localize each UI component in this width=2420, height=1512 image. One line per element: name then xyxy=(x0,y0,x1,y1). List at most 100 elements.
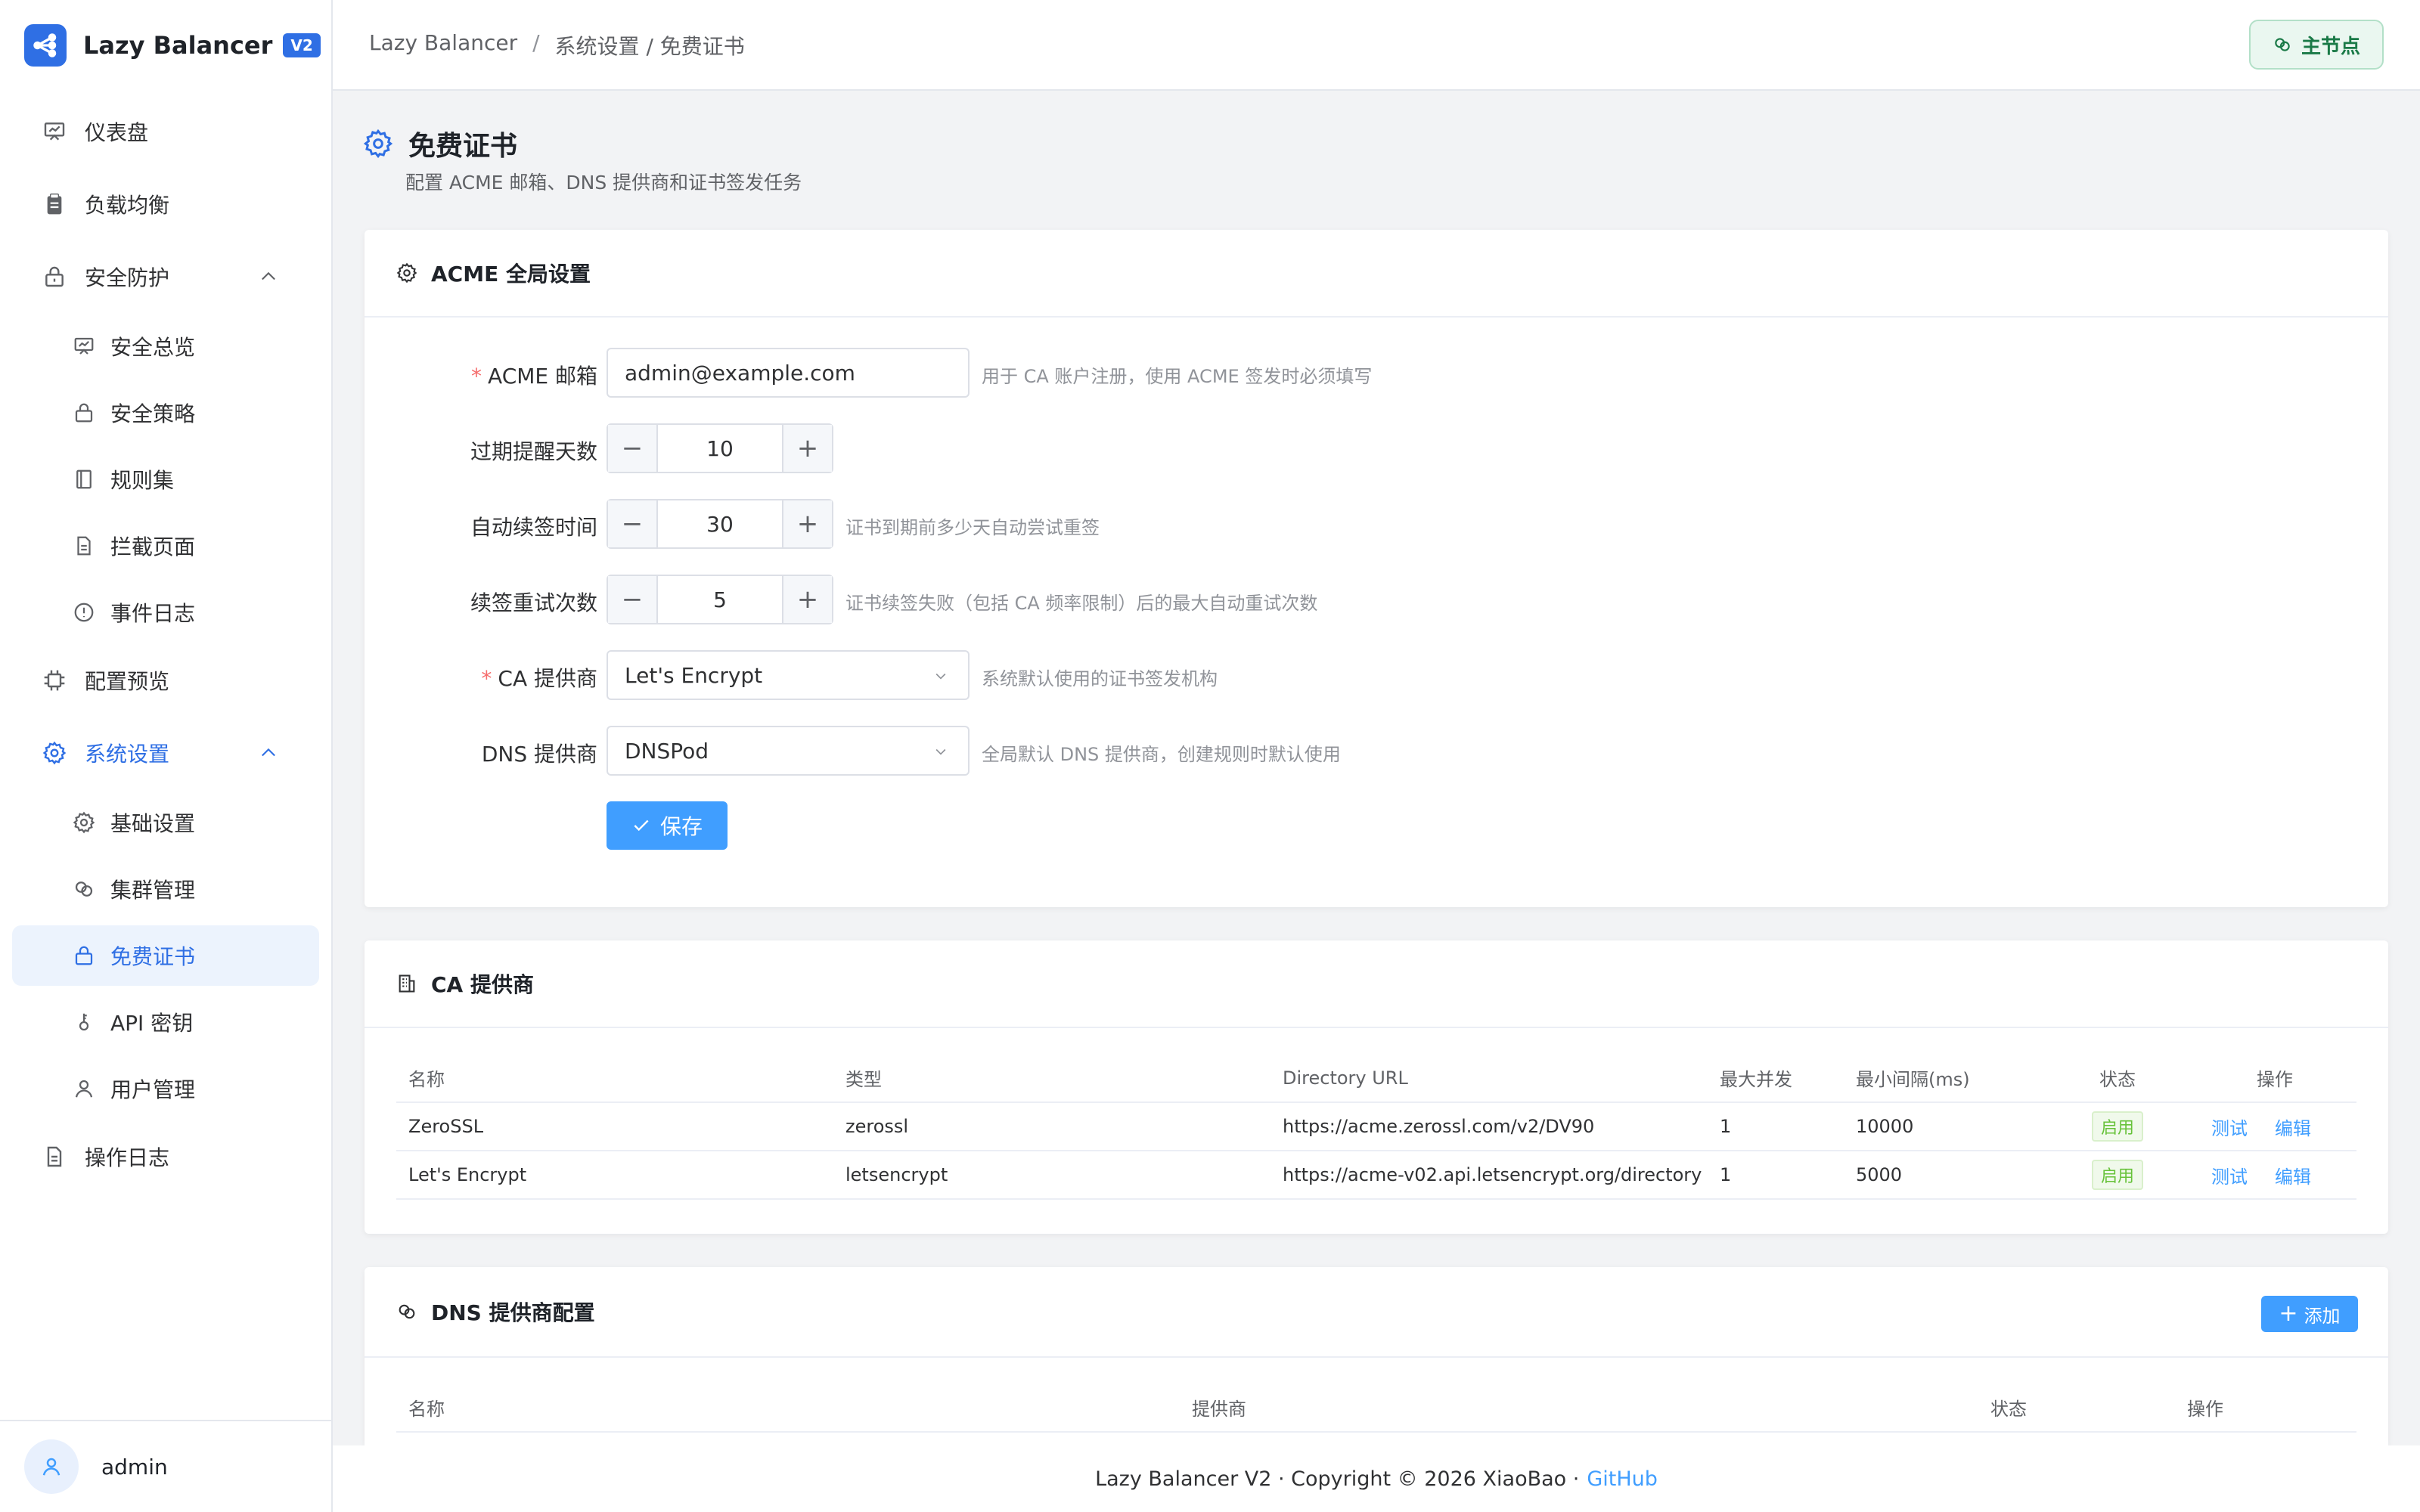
link-icon xyxy=(75,881,93,897)
github-link[interactable]: GitHub xyxy=(1587,1467,1658,1491)
document-icon xyxy=(77,536,91,556)
copyright-text: Lazy Balancer V2 · Copyright © 2026 Xiao… xyxy=(1095,1467,1580,1491)
save-button[interactable]: 保存 xyxy=(607,801,728,850)
user-icon xyxy=(75,1080,93,1098)
renew-days-value[interactable]: 30 xyxy=(658,500,782,547)
sidebar-item-label: 事件日志 xyxy=(110,601,196,626)
add-dns-provider-button[interactable]: + 添加 xyxy=(2261,1296,2358,1332)
decrement-button[interactable]: − xyxy=(608,425,658,472)
footer: Lazy Balancer V2 · Copyright © 2026 Xiao… xyxy=(333,1445,2420,1512)
edit-link[interactable]: 编辑 xyxy=(2275,1167,2311,1188)
sidebar-item-load-balancing[interactable]: 负载均衡 xyxy=(12,174,319,234)
add-label: 添加 xyxy=(2304,1305,2341,1327)
sidebar-item-security[interactable]: 安全防护 xyxy=(12,246,319,307)
card-header: ACME 全局设置 xyxy=(365,230,2388,318)
renew-days-stepper: − 30 + xyxy=(607,499,833,549)
column-header: 状态 xyxy=(1978,1383,2175,1433)
column-header: 类型 xyxy=(833,1054,1270,1103)
link-icon xyxy=(2275,38,2290,51)
lock-icon xyxy=(75,946,93,965)
share-nodes-icon xyxy=(24,24,67,67)
warning-circle-icon xyxy=(74,603,94,622)
sidebar-item-security-overview[interactable]: 安全总览 xyxy=(12,316,319,376)
renew-days-row: 自动续签时间 − 30 + 证书到期前多少天自动尝试重签 xyxy=(365,499,2388,549)
sidebar-item-free-certificates[interactable]: 免费证书 xyxy=(12,925,319,986)
sidebar-item-system-settings[interactable]: 系统设置 xyxy=(12,723,319,783)
decrement-button[interactable]: − xyxy=(608,576,658,623)
edit-link[interactable]: 编辑 xyxy=(2275,1118,2311,1139)
provider-url: https://acme-v02.api.letsencrypt.org/dir… xyxy=(1270,1151,1708,1200)
increment-button[interactable]: + xyxy=(782,425,832,472)
sidebar-item-label: 用户管理 xyxy=(110,1077,196,1102)
acme-email-row: * ACME 邮箱 admin@example.com 用于 CA 账户注册，使用… xyxy=(365,348,2388,398)
dns-provider-label: DNS 提供商 xyxy=(481,742,597,767)
dns-provider-select[interactable]: DNSPod xyxy=(607,726,970,776)
table-row: Let's Encrypt letsencrypt https://acme-v… xyxy=(396,1151,2356,1200)
document-icon xyxy=(47,1146,62,1167)
master-node-button[interactable]: 主节点 xyxy=(2249,20,2384,70)
table-header-row: 名称 类型 Directory URL 最大并发 最小间隔(ms) 状态 操作 xyxy=(396,1054,2356,1103)
status-cell: 启用 xyxy=(2042,1102,2193,1151)
breadcrumb-root[interactable]: Lazy Balancer xyxy=(369,30,517,60)
expire-days-label: 过期提醒天数 xyxy=(470,439,597,464)
retry-count-row: 续签重试次数 − 5 + 证书续签失败（包括 CA 频率限制）后的最大自动重试次… xyxy=(365,575,2388,624)
retry-count-value[interactable]: 5 xyxy=(658,576,782,623)
building-icon xyxy=(399,974,415,993)
sidebar-item-label: 操作日志 xyxy=(85,1145,170,1170)
top-header: Lazy Balancer / 系统设置 / 免费证书 主节点 xyxy=(333,0,2420,91)
card-title: CA 提供商 xyxy=(431,972,534,997)
card-header: DNS 提供商配置 + 添加 xyxy=(365,1267,2388,1358)
dashboard-icon xyxy=(74,337,94,355)
acme-email-input[interactable]: admin@example.com xyxy=(607,348,970,398)
increment-button[interactable]: + xyxy=(782,576,832,623)
sidebar-item-api-keys[interactable]: API 密钥 xyxy=(12,992,319,1052)
increment-button[interactable]: + xyxy=(782,500,832,547)
decrement-button[interactable]: − xyxy=(608,500,658,547)
sidebar-item-event-log[interactable]: 事件日志 xyxy=(12,582,319,643)
page-title: 免费证书 xyxy=(363,124,517,163)
column-header: 最小间隔(ms) xyxy=(1844,1054,2042,1103)
sidebar-item-security-policy[interactable]: 安全策略 xyxy=(12,383,319,443)
status-badge: 启用 xyxy=(2091,1111,2143,1142)
sidebar-item-rulesets[interactable]: 规则集 xyxy=(12,449,319,510)
status-cell: 启用 xyxy=(2042,1151,2193,1200)
retry-count-hint: 证书续签失败（包括 CA 频率限制）后的最大自动重试次数 xyxy=(845,593,1318,614)
sidebar-item-config-preview[interactable]: 配置预览 xyxy=(12,650,319,711)
provider-type: zerossl xyxy=(833,1102,1270,1151)
dns-providers-table: 名称 提供商 状态 操作 xyxy=(396,1383,2356,1433)
sidebar-item-label: 配置预览 xyxy=(85,669,170,694)
ca-provider-hint: 系统默认使用的证书签发机构 xyxy=(982,668,1218,689)
breadcrumb: Lazy Balancer / 系统设置 / 免费证书 xyxy=(369,30,745,60)
page-subtitle: 配置 ACME 邮箱、DNS 提供商和证书签发任务 xyxy=(405,172,802,194)
test-link[interactable]: 测试 xyxy=(2211,1167,2248,1188)
dns-provider-value: DNSPod xyxy=(625,738,709,764)
column-header: 名称 xyxy=(396,1054,833,1103)
ca-provider-label: * CA 提供商 xyxy=(481,666,597,691)
sidebar-item-cluster[interactable]: 集群管理 xyxy=(12,859,319,919)
expire-days-value[interactable]: 10 xyxy=(658,425,782,472)
retry-count-stepper: − 5 + xyxy=(607,575,833,624)
user-menu[interactable]: admin xyxy=(0,1420,331,1512)
required-mark: * xyxy=(481,666,492,691)
ca-provider-select[interactable]: Let's Encrypt xyxy=(607,650,970,700)
sidebar-item-operation-log[interactable]: 操作日志 xyxy=(12,1126,319,1187)
sidebar-item-block-page[interactable]: 拦截页面 xyxy=(12,516,319,576)
card-title: ACME 全局设置 xyxy=(431,262,591,287)
expire-days-stepper: − 10 + xyxy=(607,423,833,473)
cpu-icon xyxy=(44,670,65,691)
column-header: 提供商 xyxy=(1180,1383,1978,1433)
master-node-label: 主节点 xyxy=(2301,35,2360,58)
provider-interval: 5000 xyxy=(1844,1151,2042,1200)
notebook-icon xyxy=(76,469,92,489)
provider-concurrency: 1 xyxy=(1708,1151,1844,1200)
provider-url: https://acme.zerossl.com/v2/DV90 xyxy=(1270,1102,1708,1151)
acme-email-label: * ACME 邮箱 xyxy=(471,364,597,389)
actions-cell: 测试 编辑 xyxy=(2193,1102,2356,1151)
sidebar-item-user-management[interactable]: 用户管理 xyxy=(12,1058,319,1119)
renew-days-hint: 证书到期前多少天自动尝试重签 xyxy=(845,517,1100,538)
test-link[interactable]: 测试 xyxy=(2211,1118,2248,1139)
check-icon xyxy=(634,820,649,832)
sidebar-item-basic-settings[interactable]: 基础设置 xyxy=(12,792,319,853)
brand[interactable]: Lazy Balancer V2 xyxy=(0,0,331,91)
sidebar-item-dashboard[interactable]: 仪表盘 xyxy=(12,101,319,162)
